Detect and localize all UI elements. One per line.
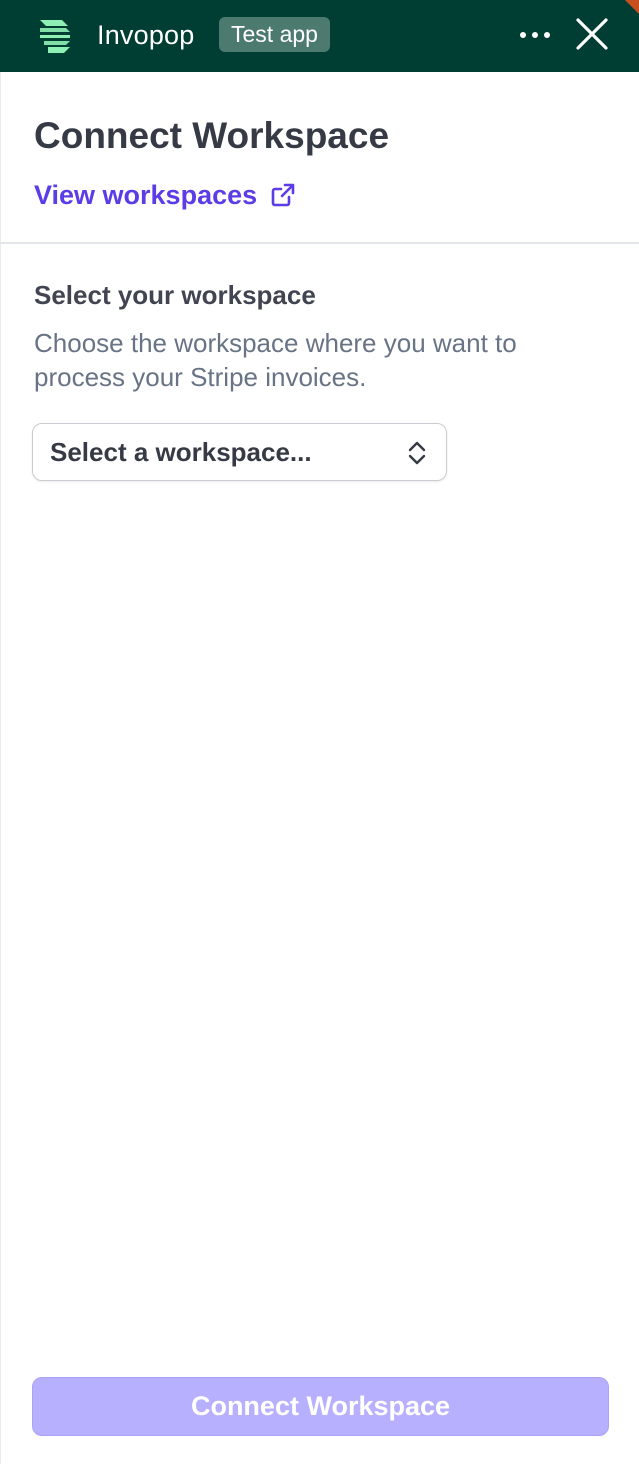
close-icon <box>576 18 608 50</box>
section-title: Select your workspace <box>34 280 316 310</box>
connect-workspace-button[interactable]: Connect Workspace <box>32 1377 609 1436</box>
more-options-button[interactable] <box>512 20 558 50</box>
workspace-select-value: Select a workspace... <box>50 436 312 467</box>
ellipsis-icon <box>520 32 550 38</box>
invopop-logo-icon <box>40 20 70 53</box>
test-app-badge: Test app <box>219 17 330 52</box>
section-description: Choose the workspace where you want to p… <box>34 328 517 392</box>
view-workspaces-label: View workspaces <box>34 179 258 210</box>
close-button[interactable] <box>572 14 612 54</box>
app-header: Invopop Test app <box>0 0 639 72</box>
chevron-up-down-icon <box>408 441 426 465</box>
external-link-icon <box>271 183 295 207</box>
workspace-select[interactable]: Select a workspace... <box>32 423 447 481</box>
section-divider <box>0 242 639 244</box>
view-workspaces-link[interactable]: View workspaces <box>34 177 295 213</box>
drawer-edge <box>0 72 1 1464</box>
header-corner-accent <box>625 0 639 14</box>
page-title: Connect Workspace <box>34 115 390 156</box>
app-name: Invopop <box>97 20 195 50</box>
